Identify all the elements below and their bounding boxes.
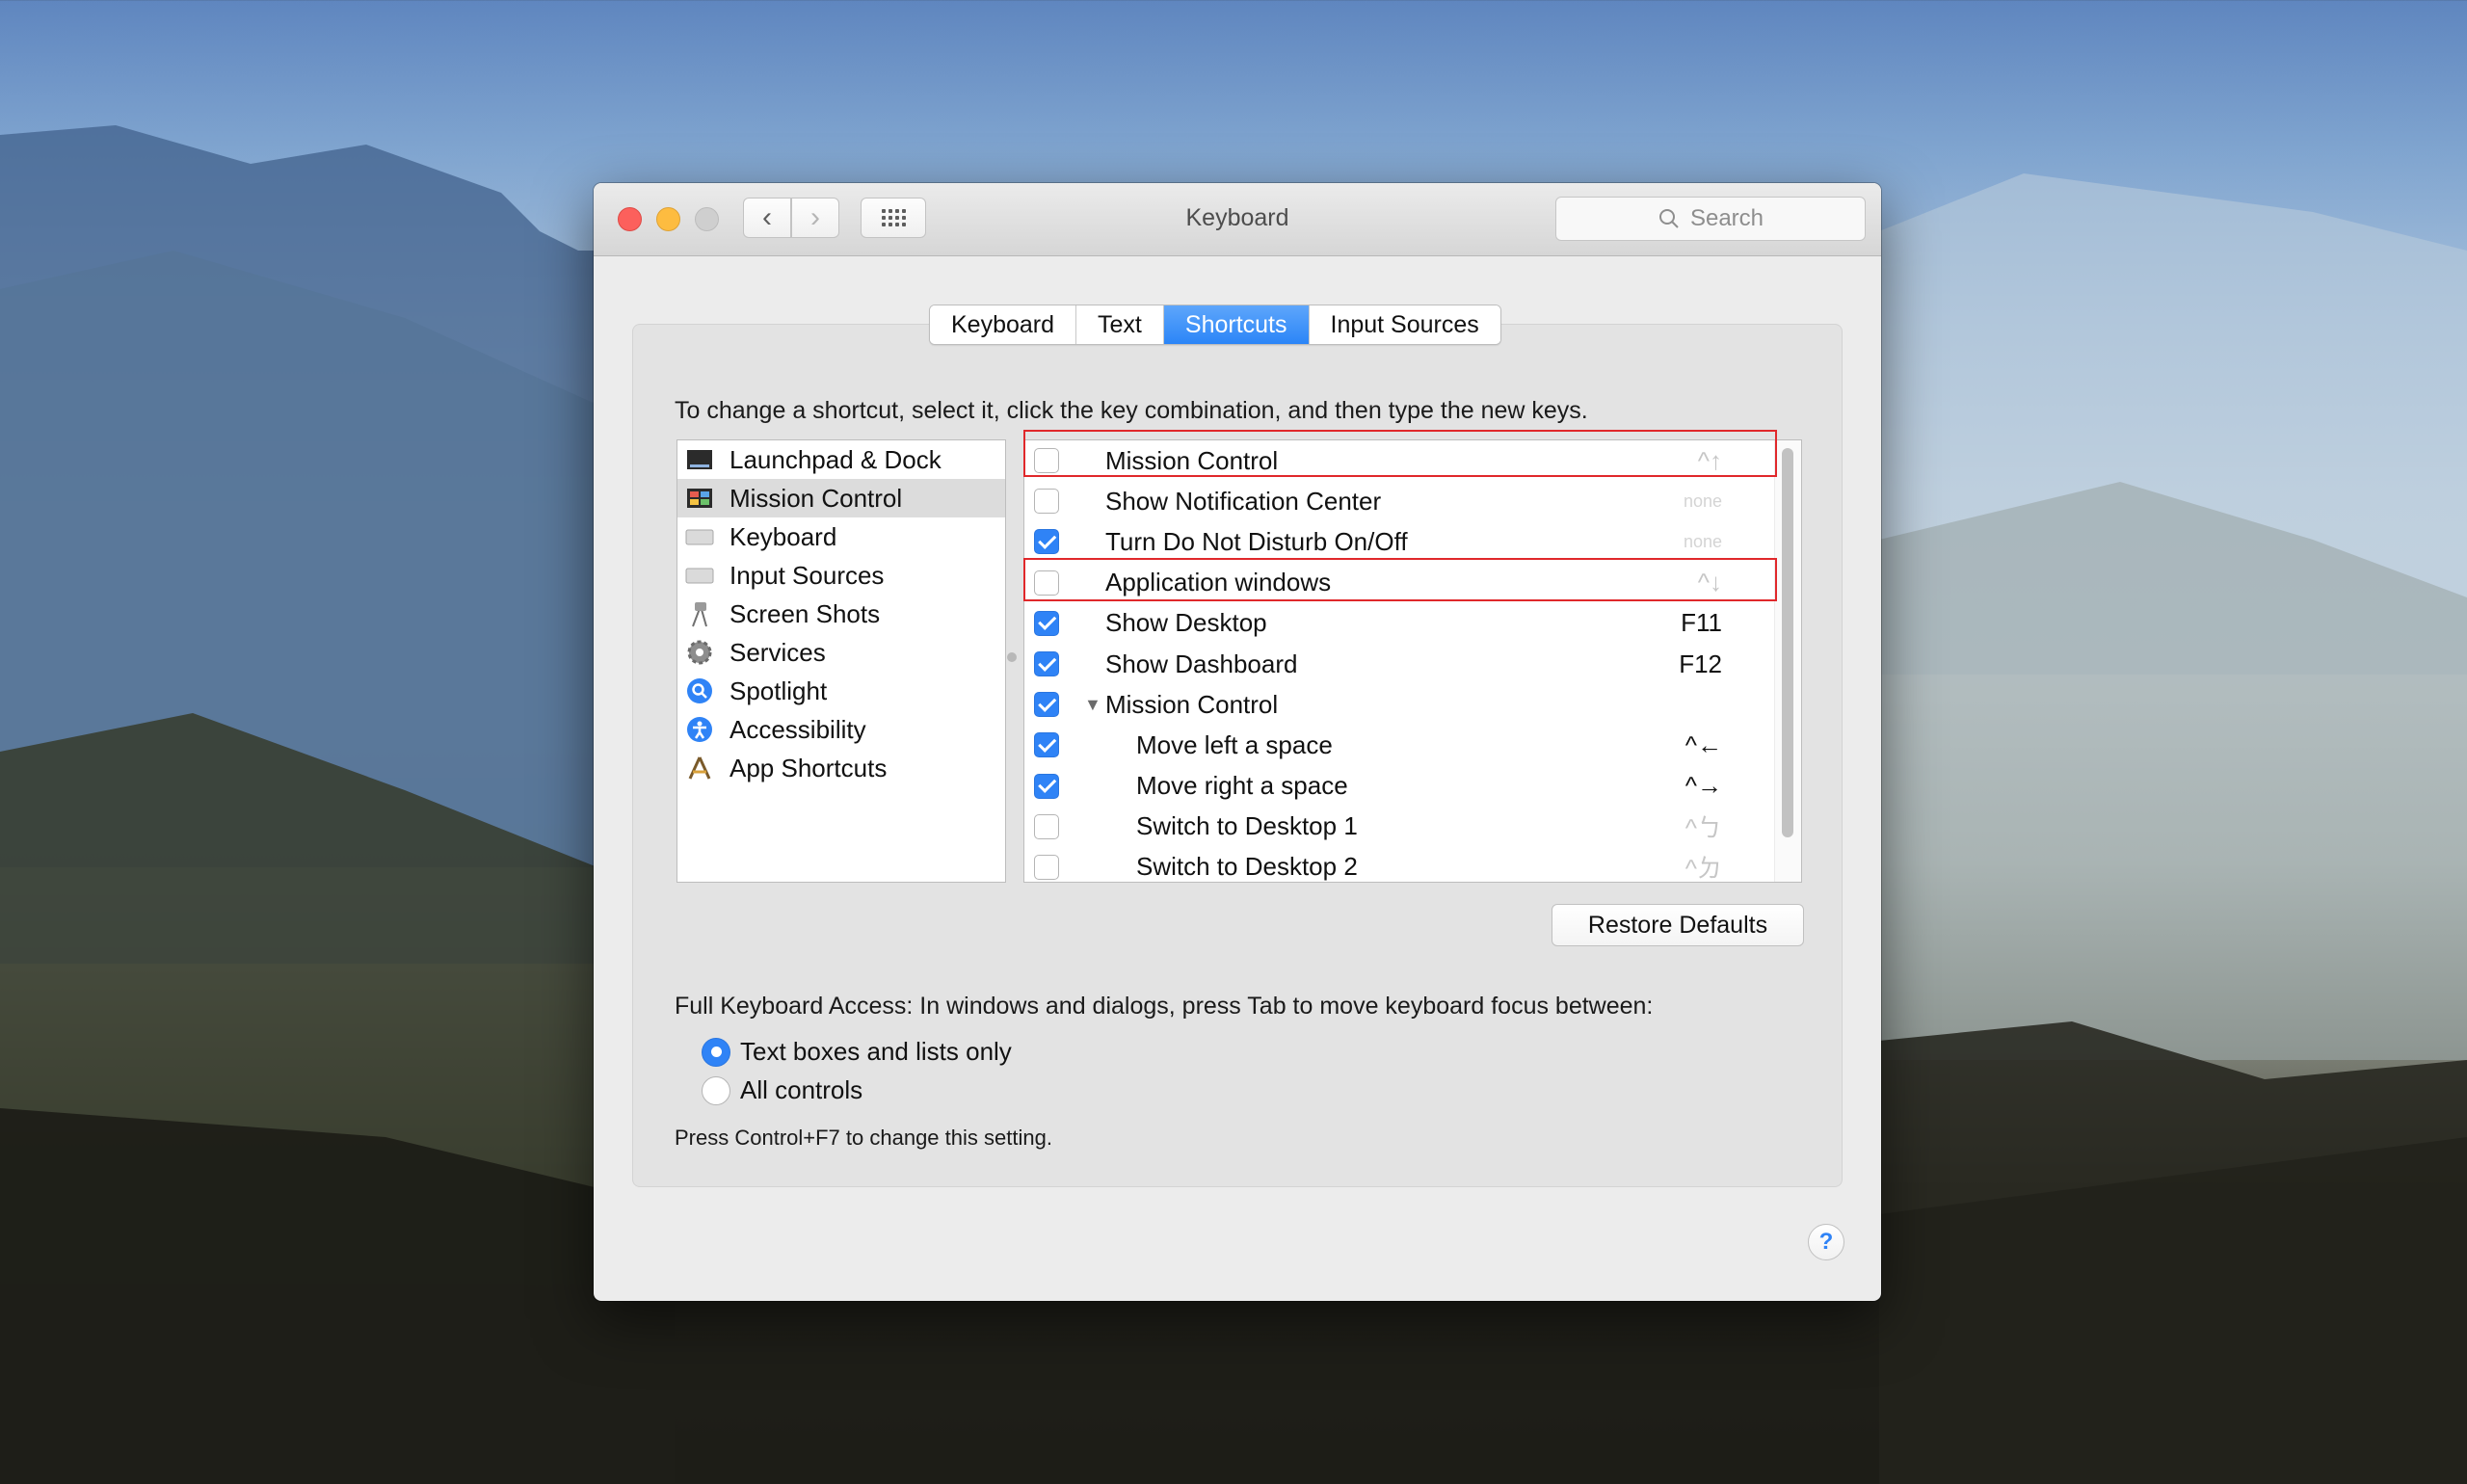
category-label: App Shortcuts	[729, 753, 888, 782]
category-label: Accessibility	[729, 714, 866, 744]
category-label: Launchpad & Dock	[729, 444, 942, 474]
help-button[interactable]: ?	[1808, 1224, 1844, 1260]
shortcut-label: Turn Do Not Disturb On/Off	[1105, 526, 1408, 556]
shortcut-key[interactable]: ^ㄅ	[1685, 808, 1722, 844]
shortcut-row[interactable]: Turn Do Not Disturb On/Off none	[1024, 521, 1801, 562]
shortcut-checkbox[interactable]	[1034, 854, 1059, 880]
search-icon	[1658, 209, 1679, 228]
category-label: Spotlight	[729, 676, 828, 705]
category-spotlight[interactable]: Spotlight	[677, 672, 1005, 710]
category-input-sources[interactable]: Input Sources	[677, 556, 1005, 595]
shortcut-label: Mission Control	[1105, 689, 1279, 719]
tab-bar: Keyboard Text Shortcuts Input Sources	[929, 305, 1501, 345]
category-label: Screen Shots	[729, 598, 881, 628]
mission-control-icon	[685, 484, 714, 513]
shortcut-label: Switch to Desktop 1	[1136, 811, 1358, 841]
shortcut-row[interactable]: Switch to Desktop 1 ^ㄅ	[1024, 807, 1801, 847]
category-services[interactable]: Services	[677, 633, 1005, 672]
category-accessibility[interactable]: Accessibility	[677, 710, 1005, 749]
question-mark-icon: ?	[1818, 1229, 1834, 1255]
radio-label: Text boxes and lists only	[740, 1037, 1012, 1066]
title-bar: ‹ › Keyboard Search	[594, 183, 1881, 256]
disclosure-triangle-icon[interactable]: ▼	[1084, 695, 1101, 715]
radio-button[interactable]	[702, 1037, 730, 1067]
search-placeholder: Search	[1689, 205, 1764, 231]
shortcut-checkbox[interactable]	[1034, 692, 1059, 718]
tab-input-sources[interactable]: Input Sources	[1309, 305, 1500, 344]
shortcut-list[interactable]: Mission Control ^↑ Show Notification Cen…	[1023, 439, 1802, 883]
category-label: Input Sources	[729, 560, 885, 590]
shortcut-checkbox[interactable]	[1034, 732, 1059, 758]
shortcut-key[interactable]: none	[1684, 532, 1722, 552]
tab-keyboard[interactable]: Keyboard	[930, 305, 1077, 344]
services-gear-icon	[685, 638, 714, 667]
category-keyboard[interactable]: Keyboard	[677, 517, 1005, 556]
shortcut-row[interactable]: Switch to Desktop 2 ^ㄉ	[1024, 847, 1801, 882]
shortcut-label: Move right a space	[1136, 771, 1348, 801]
restore-defaults-button[interactable]: Restore Defaults	[1552, 904, 1804, 946]
shortcut-label: Show Desktop	[1105, 608, 1267, 638]
shortcut-checkbox[interactable]	[1034, 529, 1059, 555]
category-label: Services	[729, 637, 826, 667]
input-sources-icon	[685, 561, 714, 590]
shortcut-checkbox[interactable]	[1034, 773, 1059, 799]
app-shortcuts-icon	[685, 754, 714, 782]
shortcut-checkbox[interactable]	[1034, 813, 1059, 839]
full-keyboard-access-label: Full Keyboard Access: In windows and dia…	[675, 993, 1654, 1020]
shortcut-row[interactable]: Move left a space ^←	[1024, 725, 1801, 765]
keyboard-icon	[685, 522, 714, 551]
accessibility-icon	[685, 715, 714, 744]
shortcut-category-list[interactable]: Launchpad & Dock Mission Control Keyboar…	[676, 439, 1006, 883]
keyboard-access-hint: Press Control+F7 to change this setting.	[675, 1126, 1052, 1150]
category-app-shortcuts[interactable]: App Shortcuts	[677, 749, 1005, 787]
shortcut-row[interactable]: Show Notification Center none	[1024, 481, 1801, 521]
screen-shots-icon	[685, 599, 714, 628]
shortcut-key[interactable]: F12	[1679, 649, 1722, 679]
radio-button[interactable]	[702, 1075, 730, 1105]
shortcut-label: Move left a space	[1136, 729, 1333, 759]
shortcut-key[interactable]: F11	[1681, 608, 1722, 638]
keyboard-preferences-window: ‹ › Keyboard Search Keyboard Text Shortc…	[594, 183, 1881, 1301]
category-mission-control[interactable]: Mission Control	[677, 479, 1005, 517]
shortcut-key[interactable]: none	[1684, 491, 1722, 512]
category-screen-shots[interactable]: Screen Shots	[677, 595, 1005, 633]
shortcut-key[interactable]: ^ㄉ	[1685, 849, 1722, 882]
search-field[interactable]: Search	[1555, 197, 1866, 241]
shortcut-checkbox[interactable]	[1034, 489, 1059, 515]
radio-all-controls-option[interactable]: All controls	[702, 1075, 862, 1105]
shortcut-checkbox[interactable]	[1034, 610, 1059, 636]
tab-shortcuts[interactable]: Shortcuts	[1163, 305, 1310, 344]
annotation-highlight-box	[1023, 430, 1777, 477]
split-view-divider[interactable]	[1007, 652, 1017, 662]
category-launchpad-dock[interactable]: Launchpad & Dock	[677, 440, 1005, 479]
annotation-highlight-box	[1023, 558, 1777, 601]
shortcut-label: Switch to Desktop 2	[1136, 852, 1358, 882]
shortcut-label: Show Notification Center	[1105, 486, 1382, 516]
shortcut-label: Show Dashboard	[1105, 649, 1298, 678]
scrollbar-track[interactable]	[1774, 440, 1801, 882]
radio-label: All controls	[740, 1075, 863, 1104]
shortcut-row[interactable]: Move right a space ^→	[1024, 766, 1801, 807]
shortcut-key[interactable]: ^→	[1685, 771, 1722, 801]
radio-text-boxes-option[interactable]: Text boxes and lists only	[702, 1037, 1012, 1067]
scrollbar-thumb[interactable]	[1782, 448, 1793, 837]
category-label: Keyboard	[729, 521, 837, 551]
category-label: Mission Control	[729, 483, 903, 513]
instruction-text: To change a shortcut, select it, click t…	[675, 397, 1588, 424]
spotlight-icon	[685, 676, 714, 705]
shortcut-checkbox[interactable]	[1034, 651, 1059, 677]
shortcut-group-row[interactable]: ▼ Mission Control	[1024, 684, 1801, 725]
tab-text[interactable]: Text	[1076, 305, 1164, 344]
shortcut-row[interactable]: Show Dashboard F12	[1024, 644, 1801, 684]
shortcut-row[interactable]: Show Desktop F11	[1024, 603, 1801, 644]
launchpad-dock-icon	[685, 445, 714, 474]
shortcut-key[interactable]: ^←	[1685, 730, 1722, 760]
